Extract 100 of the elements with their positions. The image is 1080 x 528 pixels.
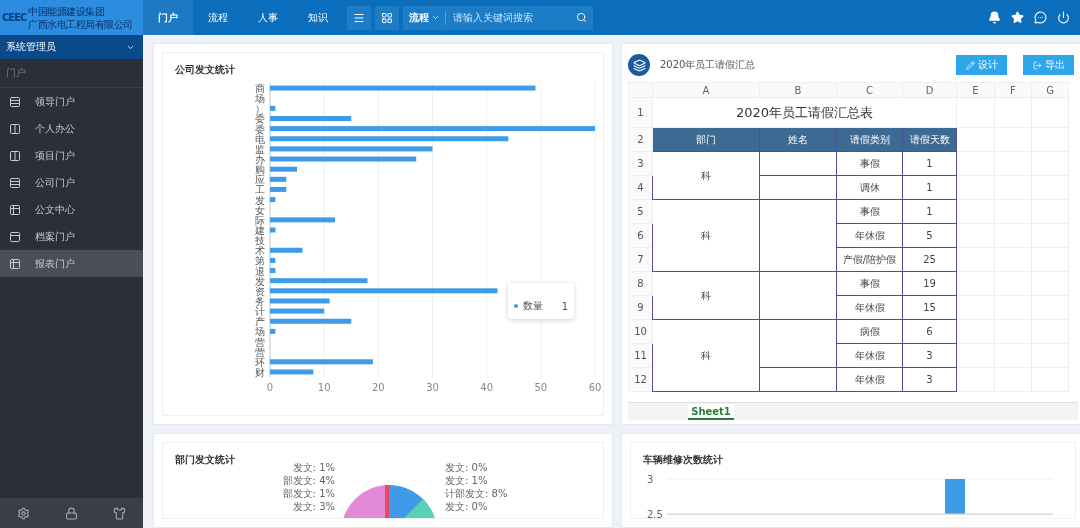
bar [270, 298, 330, 304]
bar [270, 268, 276, 274]
chevron-down-icon [431, 13, 440, 22]
column-header: F [994, 82, 1032, 98]
axis-label: 计 [255, 306, 265, 318]
bar [270, 369, 314, 375]
row-number: 7 [628, 247, 653, 272]
axis-label: 产 [255, 316, 265, 328]
pencil-icon [965, 60, 975, 70]
axis-label: 20 [371, 382, 385, 393]
search-field[interactable]: 流程 请输入关键词搜索 [403, 5, 593, 30]
axis-label: 监 [255, 143, 265, 155]
row-number: 8 [628, 271, 653, 296]
axis-label: 10 [317, 382, 331, 393]
settings-icon[interactable] [17, 506, 31, 520]
sidebar-item[interactable]: 领导门户 [0, 88, 143, 115]
nav-tab[interactable]: 流程 [193, 0, 243, 35]
axis-label: 资 [255, 285, 265, 297]
grid-icon [381, 11, 393, 24]
lock-icon[interactable] [65, 506, 78, 520]
layers-icon [628, 54, 650, 76]
axis-label: 发 [255, 275, 265, 287]
layout-icon [9, 230, 21, 243]
axis-label: 30 [426, 382, 439, 393]
row-number: 4 [628, 175, 653, 200]
sidebar-item[interactable]: 公司门户 [0, 169, 143, 196]
report-title: 2020年员工请假汇总 [660, 58, 757, 72]
row-number: 9 [628, 295, 653, 320]
user-dropdown[interactable]: 系统管理员 [0, 35, 143, 59]
bar [270, 176, 287, 182]
bar [270, 197, 276, 203]
pie-label: 计部发文: 8% [445, 487, 509, 501]
export-icon [1032, 60, 1042, 70]
apps-button[interactable] [375, 5, 399, 30]
sidebar-item[interactable]: 报表门户 [0, 250, 143, 277]
pie-label: 发文: 3% [291, 500, 335, 514]
row-number: 5 [628, 199, 653, 224]
pie-label: 发文: 1% [291, 461, 335, 475]
row-number: 12 [628, 367, 653, 392]
axis-label: 应 [255, 174, 265, 186]
table-cell: 科 [652, 151, 760, 200]
axis-label: 50 [534, 382, 548, 393]
company-name: 中国能源建设集团 [28, 4, 106, 18]
bar [270, 247, 303, 253]
sidebar-section: 门户 [0, 59, 143, 88]
nav-tab[interactable]: 人事 [243, 0, 293, 35]
axis-label: 60 [588, 382, 602, 393]
sidebar-item[interactable]: 个人办公 [0, 115, 143, 142]
company-name: 广西水电工程局有限公司 [28, 17, 133, 31]
table-cell: 科 [652, 199, 760, 272]
row-number: 10 [628, 319, 653, 344]
table-cell: 科 [652, 319, 760, 392]
sidebar-item[interactable]: 档案门户 [0, 223, 143, 250]
toolbar-button[interactable]: 设计 [956, 55, 1007, 75]
axis-label: 购 [255, 164, 265, 176]
row-number: 6 [628, 223, 653, 248]
bar [270, 166, 298, 172]
chat-button[interactable] [1034, 11, 1047, 24]
nav-tab[interactable]: 门户 [143, 0, 193, 35]
power-button[interactable] [1057, 11, 1070, 24]
column-header: B [759, 82, 837, 98]
axis-label: 委 [255, 113, 265, 125]
column-header: A [652, 82, 760, 98]
bar [270, 308, 325, 314]
sheet-tab[interactable]: Sheet1 [688, 404, 734, 420]
axis-label: 发 [255, 194, 265, 206]
toolbar-button[interactable]: 导出 [1023, 55, 1074, 75]
column-header: D [902, 82, 957, 98]
column-header: G [1031, 82, 1069, 98]
menu-button[interactable] [347, 5, 371, 30]
panel-title: 公司发文统计 [175, 63, 236, 77]
axis-label: 40 [480, 382, 494, 393]
nav-tab[interactable]: 知识 [293, 0, 343, 35]
layout-icon [9, 149, 21, 162]
shirt-icon[interactable] [112, 506, 126, 520]
sidebar-item[interactable]: 项目门户 [0, 142, 143, 169]
axis-label: 术 [255, 245, 265, 257]
row-number: 11 [628, 343, 653, 368]
bell-button[interactable] [988, 11, 1001, 24]
bar [270, 217, 335, 223]
axis-label: 技 [255, 235, 265, 247]
search-icon [576, 12, 587, 23]
bar [945, 479, 965, 514]
axis-label: 退 [255, 265, 265, 277]
sidebar-item[interactable]: 公文中心 [0, 196, 143, 223]
axis-label: 0 [266, 382, 274, 393]
axis-label: 营 [255, 336, 265, 348]
layout-icon [9, 122, 21, 135]
axis-label: 建 [255, 225, 265, 236]
panel-title: 车辆维修次数统计 [643, 453, 724, 467]
pie-label: 部发文: 4% [281, 474, 335, 488]
axis-label: 际 [255, 214, 265, 226]
axis-label: 商 [255, 83, 265, 95]
axis-label: 3 [647, 474, 654, 485]
row-number: 1 [628, 97, 653, 128]
row-number: 2 [628, 127, 653, 152]
axis-label: 女 [255, 204, 265, 216]
star-button[interactable] [1011, 11, 1024, 24]
scope-dropdown[interactable]: 流程 [409, 10, 446, 25]
row-number: 3 [628, 151, 653, 176]
